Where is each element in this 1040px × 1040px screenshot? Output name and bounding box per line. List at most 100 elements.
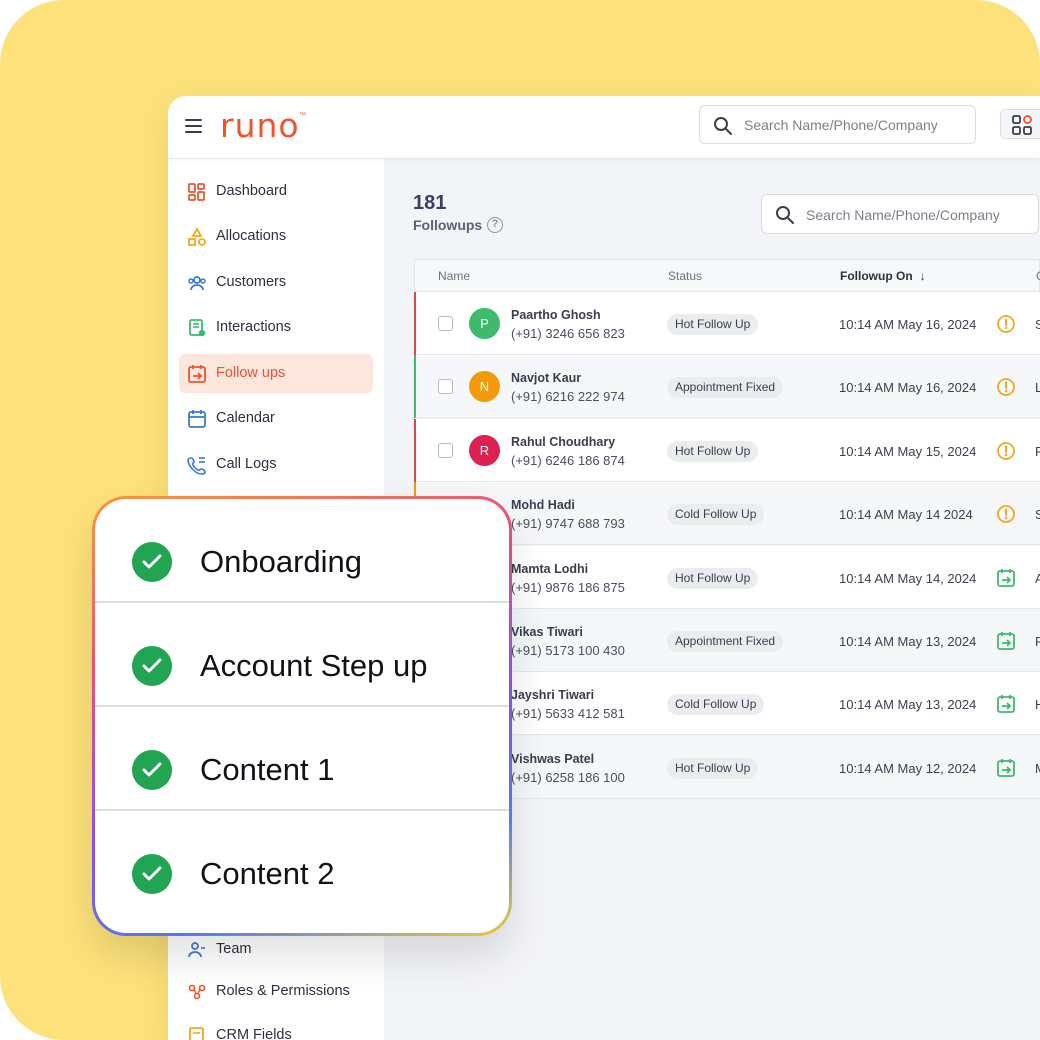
contact-name[interactable]: Paartho Ghosh <box>511 308 601 322</box>
sidebar-item-roles-permissions[interactable]: Roles & Permissions <box>179 972 373 1011</box>
followups-label: Followups <box>413 217 483 233</box>
status-badge: Hot Follow Up <box>667 440 759 462</box>
followup-datetime: 10:14 AM May 13, 2024 <box>839 634 977 649</box>
column-header-name[interactable]: Name <box>438 269 470 283</box>
sidebar-item-interactions[interactable]: Interactions <box>179 308 373 347</box>
contact-phone: (+91) 6258 186 100 <box>511 769 625 785</box>
customers-icon <box>188 276 206 291</box>
table-header: Name Status Followup On↓ C <box>414 259 1040 292</box>
priority-bar <box>414 292 416 355</box>
dashboard-icon <box>188 183 205 201</box>
reschedule-icon[interactable] <box>996 758 1016 778</box>
grid-icon <box>1012 115 1032 135</box>
roles-icon <box>188 984 206 1000</box>
sidebar-item-label: Interactions <box>216 319 291 335</box>
contact-phone: (+91) 6246 186 874 <box>511 452 625 468</box>
checklist-item[interactable]: Content 1 <box>95 707 509 811</box>
followups-count: 181 <box>413 192 447 214</box>
calendar-icon <box>188 410 206 428</box>
contact-phone: (+91) 6216 222 974 <box>511 389 625 405</box>
follow-ups-icon <box>188 365 206 383</box>
contact-phone: (+91) 5633 412 581 <box>511 706 625 722</box>
checklist-item[interactable]: Onboarding <box>95 499 509 603</box>
avatar: R <box>469 434 500 466</box>
contact-name[interactable]: Navjot Kaur <box>511 371 581 385</box>
alert-icon[interactable] <box>996 441 1016 461</box>
contact-phone: (+91) 3246 656 823 <box>511 326 625 341</box>
contact-phone: (+91) 9876 186 875 <box>511 579 625 595</box>
search-icon <box>776 206 794 224</box>
contact-name[interactable]: Jayshri Tiwari <box>511 688 594 702</box>
alert-icon[interactable] <box>996 377 1016 397</box>
menu-icon[interactable] <box>185 118 205 134</box>
next-column-cell: P <box>1035 634 1040 649</box>
sort-arrow-down-icon: ↓ <box>919 269 926 283</box>
sidebar-item-allocations[interactable]: Allocations <box>179 217 373 256</box>
table-row[interactable]: N Navjot Kaur (+91) 6216 222 974 Appointmen… <box>414 355 1040 419</box>
sidebar-item-call-logs[interactable]: Call Logs <box>179 445 373 484</box>
contact-name[interactable]: Vikas Tiwari <box>511 625 583 639</box>
reschedule-icon[interactable] <box>996 631 1016 651</box>
followup-datetime: 10:14 AM May 16, 2024 <box>839 317 977 332</box>
checklist-card-border: Onboarding Account Step up Content 1 Con… <box>92 496 512 936</box>
apps-grid-button[interactable] <box>1000 109 1040 139</box>
interactions-icon <box>189 319 206 337</box>
reschedule-icon[interactable] <box>996 694 1016 714</box>
next-column-cell: H <box>1035 697 1040 713</box>
table-row[interactable]: P Paartho Ghosh (+91) 3246 656 823 Hot Foll… <box>414 292 1040 355</box>
sidebar-item-label: CRM Fields <box>216 1027 292 1040</box>
reschedule-icon[interactable] <box>996 568 1016 588</box>
checklist-item[interactable]: Account Step up <box>95 603 509 707</box>
checklist-item-label: Content 2 <box>200 856 335 891</box>
next-column-cell: P <box>1035 443 1040 459</box>
avatar: P <box>469 308 500 339</box>
followup-datetime: 10:14 AM May 16, 2024 <box>839 380 977 396</box>
sidebar-item-label: Call Logs <box>216 456 277 472</box>
table-row[interactable]: R Rahul Choudhary (+91) 6246 186 874 Hot Fo… <box>414 418 1040 482</box>
status-badge: Cold Follow Up <box>667 694 765 716</box>
row-checkbox[interactable] <box>438 442 453 458</box>
column-header-status[interactable]: Status <box>668 269 702 283</box>
contact-name[interactable]: Vishwas Patel <box>511 752 594 766</box>
sidebar-item-customers[interactable]: Customers <box>179 263 373 302</box>
column-header-next[interactable]: C <box>1036 269 1040 283</box>
contact-name[interactable]: Mohd Hadi <box>511 498 575 512</box>
global-search-input[interactable]: Search Name/Phone/Company <box>699 105 976 144</box>
sidebar-item-label: Team <box>216 941 252 957</box>
priority-bar <box>414 355 416 419</box>
followups-search-placeholder: Search Name/Phone/Company <box>806 207 1000 223</box>
alert-icon[interactable] <box>996 504 1016 524</box>
next-column-cell: S <box>1035 507 1040 523</box>
check-circle-icon <box>132 854 172 894</box>
column-header-followup-on[interactable]: Followup On ↓ <box>840 269 926 283</box>
checklist-item-label: Content 1 <box>200 752 335 787</box>
sidebar-item-dashboard[interactable]: Dashboard <box>179 172 373 211</box>
sidebar-item-label: Customers <box>216 274 287 290</box>
status-badge: Hot Follow Up <box>667 314 759 335</box>
sidebar-item-follow-ups[interactable]: Follow ups <box>179 354 373 393</box>
checklist-item[interactable]: Content 2 <box>95 811 509 915</box>
status-badge: Hot Follow Up <box>667 757 759 779</box>
next-column-cell: L <box>1035 380 1040 396</box>
followup-datetime: 10:14 AM May 15, 2024 <box>839 443 977 459</box>
call-logs-icon <box>187 457 206 475</box>
sidebar-item-calendar[interactable]: Calendar <box>179 399 373 438</box>
sidebar-item-crm-fields[interactable]: CRM Fields <box>179 1016 373 1040</box>
row-checkbox[interactable] <box>438 379 453 395</box>
sidebar-item-label: Roles & Permissions <box>216 983 350 999</box>
top-bar: runo ™ Search Name/Phone/Company <box>168 96 1040 159</box>
team-icon <box>188 942 205 958</box>
sidebar-item-label: Calendar <box>216 410 275 426</box>
followup-datetime: 10:14 AM May 12, 2024 <box>839 760 977 776</box>
row-checkbox[interactable] <box>438 316 453 331</box>
runo-logo[interactable]: runo <box>220 106 300 145</box>
followup-datetime: 10:14 AM May 13, 2024 <box>839 697 977 713</box>
followups-search-input[interactable]: Search Name/Phone/Company <box>761 194 1039 234</box>
contact-phone: (+91) 5173 100 430 <box>511 643 625 658</box>
status-badge: Appointment Fixed <box>667 631 784 652</box>
contact-name[interactable]: Mamta Lodhi <box>511 562 588 576</box>
check-circle-icon <box>132 646 172 686</box>
contact-name[interactable]: Rahul Choudhary <box>511 435 615 449</box>
alert-icon[interactable] <box>996 314 1016 334</box>
help-icon[interactable]: ? <box>487 217 503 233</box>
